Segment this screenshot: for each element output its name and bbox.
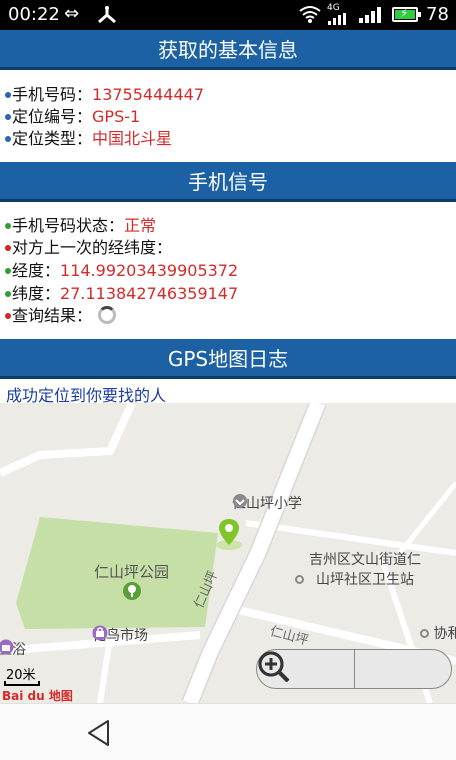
poi-right-label: 协和	[433, 626, 456, 642]
usb-icon: ⇔	[64, 3, 80, 24]
bullet-icon	[5, 113, 11, 120]
poi-bath[interactable]: 卫浴	[0, 639, 26, 659]
location-id-value: GPS-1	[92, 107, 141, 126]
poi-dot-icon	[295, 575, 304, 584]
school-icon	[233, 494, 247, 508]
back-button[interactable]	[86, 718, 112, 752]
gps-log-header: GPS地图日志	[0, 339, 456, 379]
latitude-label: 纬度：	[12, 284, 61, 303]
poi-market[interactable]: 花鸟市场	[92, 625, 148, 645]
info-row-location-id: 定位编号：GPS-1	[0, 106, 140, 128]
longitude-label: 经度：	[12, 261, 61, 280]
zoom-in-icon	[258, 651, 290, 682]
zoom-control	[256, 649, 452, 689]
poi-right[interactable]: 协和	[420, 623, 456, 643]
location-type-value: 中国北斗星	[92, 129, 173, 148]
bullet-icon	[5, 222, 11, 229]
status-value: 正常	[124, 216, 157, 235]
back-triangle-icon	[88, 720, 109, 746]
poi-dot-icon	[420, 629, 429, 638]
bullet-icon	[5, 91, 11, 98]
network-type-label: 4G	[327, 3, 340, 13]
last-coord-label: 对方上一次的经纬度：	[12, 238, 173, 257]
bullet-icon	[5, 267, 11, 274]
loading-spinner-icon	[98, 306, 117, 324]
status-time: 00:22	[8, 4, 60, 25]
bullet-icon	[5, 290, 11, 297]
wifi-icon	[298, 5, 322, 27]
latitude-value: 27.113842746359147	[60, 284, 239, 303]
location-id-label: 定位编号：	[12, 107, 93, 126]
phone-label: 手机号码：	[12, 85, 93, 104]
poi-school[interactable]: 仁山坪小学	[232, 493, 302, 513]
signal-row-longitude: 经度：114.99203439905372	[0, 260, 238, 282]
basic-info-header: 获取的基本信息	[0, 30, 456, 70]
location-type-label: 定位类型：	[12, 129, 93, 148]
shopping-icon	[92, 625, 108, 641]
query-label: 查询结果：	[12, 306, 93, 325]
bullet-icon	[5, 244, 11, 251]
battery-icon: ⚡	[392, 6, 421, 22]
info-row-location-type: 定位类型：中国北斗星	[0, 128, 172, 150]
longitude-value: 114.99203439905372	[60, 261, 239, 280]
poi-clinic-line2: 山坪社区卫生站	[316, 572, 414, 588]
signal-row-latitude: 纬度：27.113842746359147	[0, 283, 238, 305]
phone-value: 13755444447	[92, 85, 204, 104]
zoom-in-button[interactable]	[258, 650, 452, 688]
signal-row-query: 查询结果：	[0, 305, 117, 327]
bullet-icon	[5, 135, 11, 142]
map-view[interactable]: 仁山坪小学 吉州区文山街道仁 山坪社区卫生站 仁山坪公园 花鸟市场 卫浴 协和 …	[0, 403, 456, 703]
usb-debug-icon	[96, 6, 118, 28]
shopping-icon	[0, 639, 14, 655]
signal-icon	[358, 7, 384, 27]
baidu-map-logo: Bai du 地图	[2, 689, 73, 703]
poi-clinic-line1: 吉州区文山街道仁	[309, 552, 421, 568]
map-scale-bar	[4, 681, 40, 686]
signal-row-status: 手机号码状态：正常	[0, 215, 156, 237]
signal-row-last-coord: 对方上一次的经纬度：	[0, 237, 172, 259]
battery-level: 78	[426, 4, 449, 25]
navigation-bar	[0, 703, 456, 760]
status-label: 手机号码状态：	[12, 216, 125, 235]
poi-park[interactable]: 仁山坪公园	[94, 561, 169, 582]
poi-clinic[interactable]: 吉州区文山街道仁 山坪社区卫生站	[295, 549, 421, 589]
status-bar: 00:22 ⇔ 4G ⚡ 78	[0, 0, 456, 30]
bullet-icon	[5, 312, 11, 319]
poi-park-label: 仁山坪公园	[94, 563, 170, 581]
info-row-phone: 手机号码：13755444447	[0, 84, 204, 106]
network-type: 4G	[327, 4, 347, 25]
phone-signal-header: 手机信号	[0, 162, 456, 202]
